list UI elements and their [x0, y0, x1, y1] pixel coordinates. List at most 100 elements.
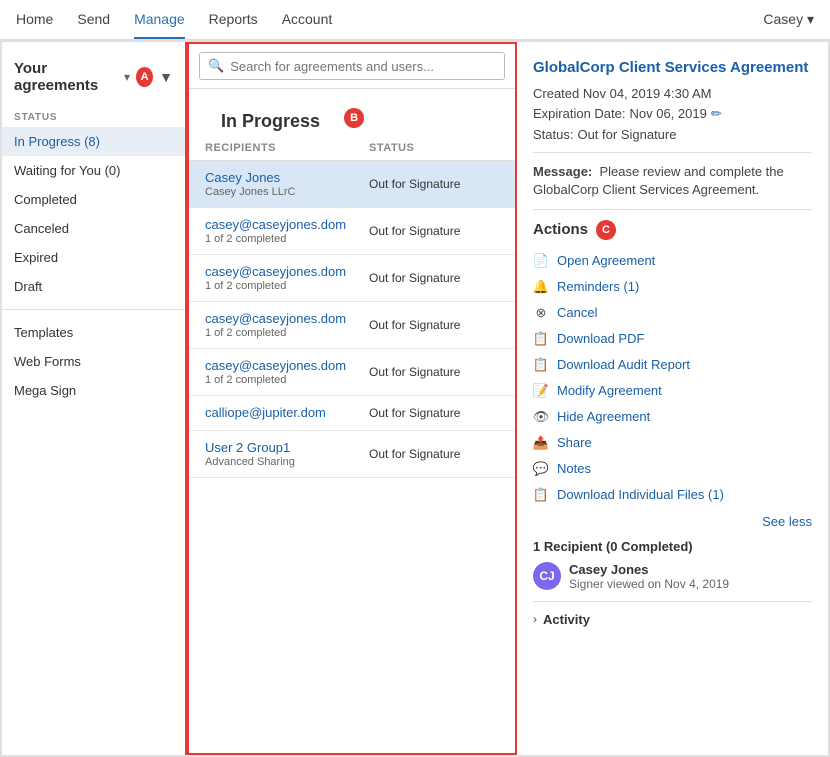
recipient-row: CJ Casey Jones Signer viewed on Nov 4, 2…	[533, 562, 812, 591]
download-pdf-icon: 📋	[533, 331, 549, 347]
nav-home[interactable]: Home	[16, 1, 53, 39]
table-row[interactable]: casey@caseyjones.dom 1 of 2 completed Ou…	[189, 302, 515, 349]
row-sub: 1 of 2 completed	[205, 327, 369, 339]
row-left: casey@caseyjones.dom 1 of 2 completed	[205, 358, 369, 386]
sidebar-title: Your agreements	[14, 60, 118, 94]
col-header-recipients: RECIPIENTS	[205, 142, 369, 154]
search-input-wrap[interactable]: 🔍	[199, 52, 505, 80]
in-progress-title: In Progress	[205, 99, 336, 136]
action-label: Modify Agreement	[557, 383, 662, 398]
nav-reports[interactable]: Reports	[209, 1, 258, 39]
search-icon: 🔍	[208, 58, 224, 74]
activity-header[interactable]: › Activity	[533, 602, 812, 631]
action-notes[interactable]: 💬 Notes	[533, 456, 812, 482]
row-left: casey@caseyjones.dom 1 of 2 completed	[205, 264, 369, 292]
status-row: Status: Out for Signature	[533, 127, 812, 142]
search-input[interactable]	[230, 59, 496, 74]
sidebar-item-templates[interactable]: Templates	[2, 318, 185, 347]
sidebar-item-mega-sign[interactable]: Mega Sign	[2, 376, 185, 405]
open-agreement-icon: 📄	[533, 253, 549, 269]
row-status: Out for Signature	[369, 365, 499, 379]
table-row[interactable]: casey@caseyjones.dom 1 of 2 completed Ou…	[189, 208, 515, 255]
sidebar-item-draft[interactable]: Draft	[2, 272, 185, 301]
recipients-section: 1 Recipient (0 Completed) CJ Casey Jones…	[533, 539, 812, 591]
edit-icon[interactable]: ✏	[711, 106, 722, 122]
cancel-icon: ⊗	[533, 305, 549, 321]
recipient-sub: Signer viewed on Nov 4, 2019	[569, 577, 729, 591]
badge-a: A	[136, 67, 153, 87]
sidebar-divider	[2, 309, 185, 310]
notes-icon: 💬	[533, 461, 549, 477]
table-row[interactable]: calliope@jupiter.dom Out for Signature	[189, 396, 515, 431]
action-cancel[interactable]: ⊗ Cancel	[533, 300, 812, 326]
see-less-link[interactable]: See less	[533, 514, 812, 529]
share-icon: 📤	[533, 435, 549, 451]
row-name: casey@caseyjones.dom	[205, 217, 369, 232]
action-label: Cancel	[557, 305, 597, 320]
top-nav: Home Send Manage Reports Account Casey ▾	[0, 0, 830, 40]
activity-section: › Activity	[533, 601, 812, 631]
recipient-info: Casey Jones Signer viewed on Nov 4, 2019	[569, 562, 729, 591]
table-header: RECIPIENTS STATUS	[189, 136, 515, 161]
row-sub: 1 of 2 completed	[205, 233, 369, 245]
sidebar-item-in-progress[interactable]: In Progress (8)	[2, 127, 185, 156]
recipient-name: Casey Jones	[569, 562, 729, 577]
badge-c: C	[596, 220, 616, 240]
row-left: calliope@jupiter.dom	[205, 405, 369, 421]
table-body: Casey Jones Casey Jones LLrC Out for Sig…	[189, 161, 515, 753]
user-menu[interactable]: Casey ▾	[763, 11, 814, 28]
action-share[interactable]: 📤 Share	[533, 430, 812, 456]
action-download-individual[interactable]: 📋 Download Individual Files (1)	[533, 482, 812, 508]
chevron-down-icon[interactable]: ▾	[124, 70, 130, 84]
sidebar-item-completed[interactable]: Completed	[2, 185, 185, 214]
table-row[interactable]: casey@caseyjones.dom 1 of 2 completed Ou…	[189, 349, 515, 396]
action-open-agreement[interactable]: 📄 Open Agreement	[533, 248, 812, 274]
row-sub: 1 of 2 completed	[205, 280, 369, 292]
actions-title: Actions C	[533, 220, 812, 240]
action-reminders[interactable]: 🔔 Reminders (1)	[533, 274, 812, 300]
sidebar-item-web-forms[interactable]: Web Forms	[2, 347, 185, 376]
chevron-right-icon: ›	[533, 612, 537, 626]
action-download-audit[interactable]: 📋 Download Audit Report	[533, 352, 812, 378]
action-label: Download Individual Files (1)	[557, 487, 724, 502]
row-name: calliope@jupiter.dom	[205, 405, 369, 420]
avatar: CJ	[533, 562, 561, 590]
expiration-label: Expiration Date:	[533, 106, 626, 121]
table-row[interactable]: User 2 Group1 Advanced Sharing Out for S…	[189, 431, 515, 478]
row-left: User 2 Group1 Advanced Sharing	[205, 440, 369, 468]
nav-account[interactable]: Account	[282, 1, 333, 39]
action-hide[interactable]: 👁 Hide Agreement	[533, 404, 812, 430]
sidebar-item-expired[interactable]: Expired	[2, 243, 185, 272]
row-sub: 1 of 2 completed	[205, 374, 369, 386]
action-modify[interactable]: 📝 Modify Agreement	[533, 378, 812, 404]
detail-divider	[533, 152, 812, 153]
table-row[interactable]: casey@caseyjones.dom 1 of 2 completed Ou…	[189, 255, 515, 302]
action-label: Download Audit Report	[557, 357, 690, 372]
sidebar-item-waiting[interactable]: Waiting for You (0)	[2, 156, 185, 185]
hide-icon: 👁	[533, 409, 549, 425]
main-layout: Your agreements ▾ A ▼ STATUS In Progress…	[0, 40, 830, 757]
row-status: Out for Signature	[369, 447, 499, 461]
row-name: casey@caseyjones.dom	[205, 358, 369, 373]
row-left: casey@caseyjones.dom 1 of 2 completed	[205, 217, 369, 245]
in-progress-header: In Progress B	[189, 89, 515, 136]
sidebar-item-canceled[interactable]: Canceled	[2, 214, 185, 243]
row-status: Out for Signature	[369, 271, 499, 285]
nav-manage[interactable]: Manage	[134, 1, 185, 39]
table-row[interactable]: Casey Jones Casey Jones LLrC Out for Sig…	[189, 161, 515, 208]
expiration-value: Nov 06, 2019	[630, 106, 707, 121]
action-label: Reminders (1)	[557, 279, 639, 294]
row-status: Out for Signature	[369, 406, 499, 420]
action-download-pdf[interactable]: 📋 Download PDF	[533, 326, 812, 352]
row-status: Out for Signature	[369, 318, 499, 332]
row-sub: Advanced Sharing	[205, 456, 369, 468]
action-label: Hide Agreement	[557, 409, 650, 424]
download-audit-icon: 📋	[533, 357, 549, 373]
row-name: Casey Jones	[205, 170, 369, 185]
sidebar-header: Your agreements ▾ A ▼	[2, 54, 185, 104]
nav-send[interactable]: Send	[77, 1, 110, 39]
left-sidebar: Your agreements ▾ A ▼ STATUS In Progress…	[2, 42, 187, 755]
expiration-row: Expiration Date: Nov 06, 2019 ✏	[533, 106, 812, 122]
filter-icon[interactable]: ▼	[159, 69, 173, 85]
detail-divider-2	[533, 209, 812, 210]
